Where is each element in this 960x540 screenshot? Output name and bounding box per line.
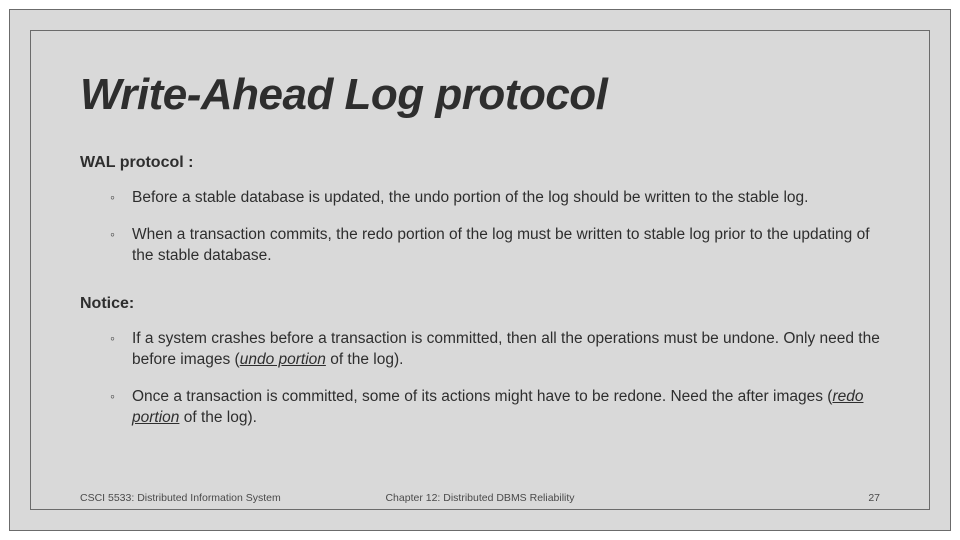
notice-item1-emph: undo portion: [240, 351, 326, 368]
list-item: When a transaction commits, the redo por…: [110, 225, 880, 267]
list-item: Before a stable database is updated, the…: [110, 188, 880, 209]
section-wal-label-bold: WAL protocol: [80, 154, 184, 171]
notice-bullet-list: If a system crashes before a transaction…: [110, 329, 880, 429]
slide-footer: CSCI 5533: Distributed Information Syste…: [80, 492, 880, 504]
notice-item2-post: of the log).: [179, 409, 257, 426]
slide: Write-Ahead Log protocol WAL protocol : …: [0, 0, 960, 540]
footer-page-number: 27: [868, 492, 880, 504]
wal-bullet-list: Before a stable database is updated, the…: [110, 188, 880, 267]
footer-center: Chapter 12: Distributed DBMS Reliability: [385, 492, 574, 504]
slide-title: Write-Ahead Log protocol: [80, 70, 880, 120]
footer-left: CSCI 5533: Distributed Information Syste…: [80, 492, 281, 504]
section-wal-label-suffix: :: [184, 154, 194, 171]
notice-item1-post: of the log).: [326, 351, 404, 368]
list-item: If a system crashes before a transaction…: [110, 329, 880, 371]
section-notice-label: Notice:: [80, 295, 880, 313]
section-wal-label: WAL protocol :: [80, 154, 880, 172]
list-item: Once a transaction is committed, some of…: [110, 387, 880, 429]
notice-item2-pre: Once a transaction is committed, some of…: [132, 388, 832, 405]
